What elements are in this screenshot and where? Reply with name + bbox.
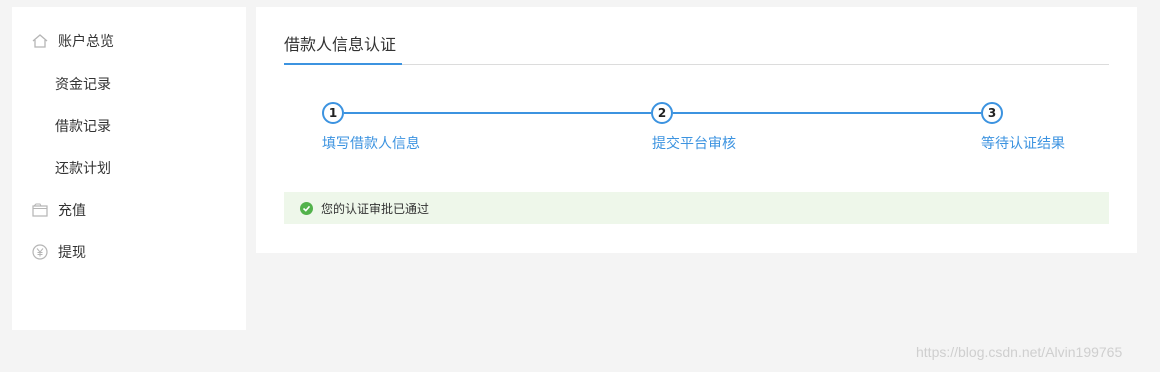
step-connector-1-2 [344, 112, 651, 114]
sidebar-item-label: 借款记录 [55, 119, 111, 135]
step-3-label: 等待认证结果 [981, 136, 1065, 152]
page-title: 借款人信息认证 [284, 35, 397, 54]
step-1-label: 填写借款人信息 [322, 136, 420, 152]
wallet-icon [31, 201, 49, 219]
success-alert: 您的认证审批已通过 [284, 192, 1109, 224]
sidebar-item-label: 账户总览 [58, 34, 114, 50]
sidebar-item-withdraw[interactable]: 提现 [12, 237, 246, 267]
sidebar-item-recharge[interactable]: 充值 [12, 195, 246, 225]
step-connector-2-3 [673, 112, 981, 114]
step-1-marker: 1 [322, 102, 344, 124]
title-divider [284, 64, 1109, 65]
title-underline [284, 63, 402, 65]
sidebar-item-label: 资金记录 [55, 77, 111, 93]
sidebar-item-label: 还款计划 [55, 161, 111, 177]
step-2-label: 提交平台审核 [652, 136, 736, 152]
yen-icon [31, 243, 49, 261]
sidebar-item-loan-records[interactable]: 借款记录 [12, 111, 246, 141]
check-circle-icon [300, 201, 313, 215]
sidebar-item-label: 充值 [58, 203, 86, 219]
sidebar-item-label: 提现 [58, 245, 86, 261]
sidebar-item-fund-records[interactable]: 资金记录 [12, 69, 246, 99]
home-icon [31, 32, 49, 50]
sidebar-item-account-overview[interactable]: 账户总览 [12, 26, 246, 56]
step-2-marker: 2 [651, 102, 673, 124]
alert-text: 您的认证审批已通过 [321, 201, 430, 216]
step-3-marker: 3 [981, 102, 1003, 124]
watermark: https://blog.csdn.net/Alvin199765 [916, 344, 1123, 360]
sidebar: 账户总览 资金记录 借款记录 还款计划 充值 提现 [12, 7, 246, 330]
main-panel: 借款人信息认证 1 2 3 填写借款人信息 提交平台审核 等待认证结果 您的认证… [256, 7, 1137, 253]
sidebar-item-repayment-plan[interactable]: 还款计划 [12, 153, 246, 183]
